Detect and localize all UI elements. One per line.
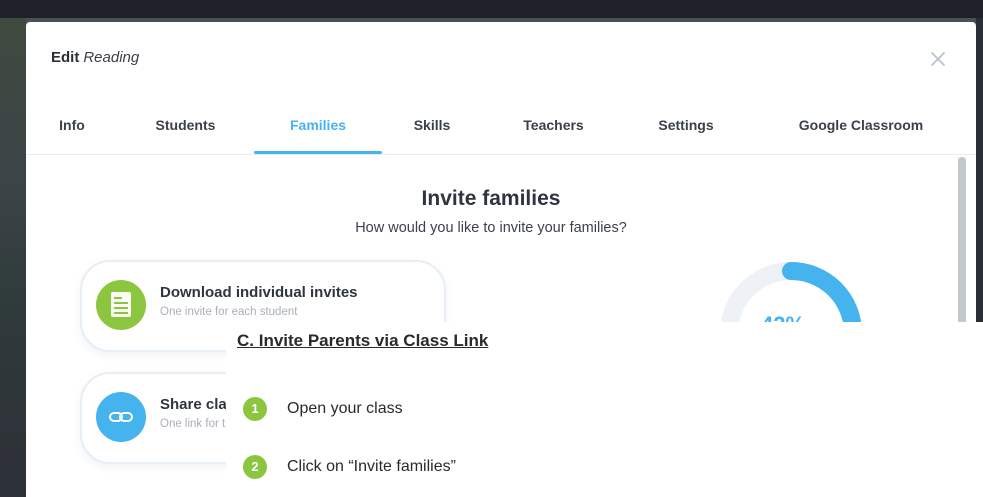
modal-title: Edit Reading [51, 49, 139, 66]
tab-bar: Info Students Families Skills Teachers S… [26, 104, 976, 155]
backdrop-top-bar [0, 0, 983, 18]
close-icon [931, 52, 945, 66]
tab-teachers[interactable]: Teachers [506, 104, 601, 154]
invite-families-subheading: How would you like to invite your famili… [355, 220, 627, 236]
callout-title: C. Invite Parents via Class Link [237, 331, 489, 350]
document-icon [96, 280, 146, 330]
option-title: Download individual invites [160, 284, 358, 301]
option-subtitle: One invite for each student [160, 306, 298, 318]
modal-class-name: Reading [83, 49, 140, 66]
tab-students[interactable]: Students [138, 104, 233, 154]
step-text: Open your class [287, 400, 403, 417]
invite-families-heading: Invite families [421, 187, 561, 210]
step-number-badge: 2 [243, 455, 267, 479]
tab-info[interactable]: Info [46, 104, 98, 154]
tab-skills[interactable]: Skills [401, 104, 463, 154]
modal-title-prefix: Edit [51, 49, 80, 66]
tab-google-classroom[interactable]: Google Classroom [771, 104, 951, 154]
scrollbar-thumb[interactable] [958, 157, 966, 342]
step-number-badge: 1 [243, 397, 267, 421]
close-button[interactable] [929, 50, 947, 68]
step-text: Click on “Invite families” [287, 458, 456, 475]
backdrop-page-edge [0, 18, 26, 497]
link-icon [96, 392, 146, 442]
tab-settings[interactable]: Settings [640, 104, 732, 154]
active-tab-indicator [254, 151, 382, 154]
tab-families[interactable]: Families [266, 104, 370, 154]
instruction-callout: C. Invite Parents via Class Link 1 Open … [226, 322, 983, 497]
